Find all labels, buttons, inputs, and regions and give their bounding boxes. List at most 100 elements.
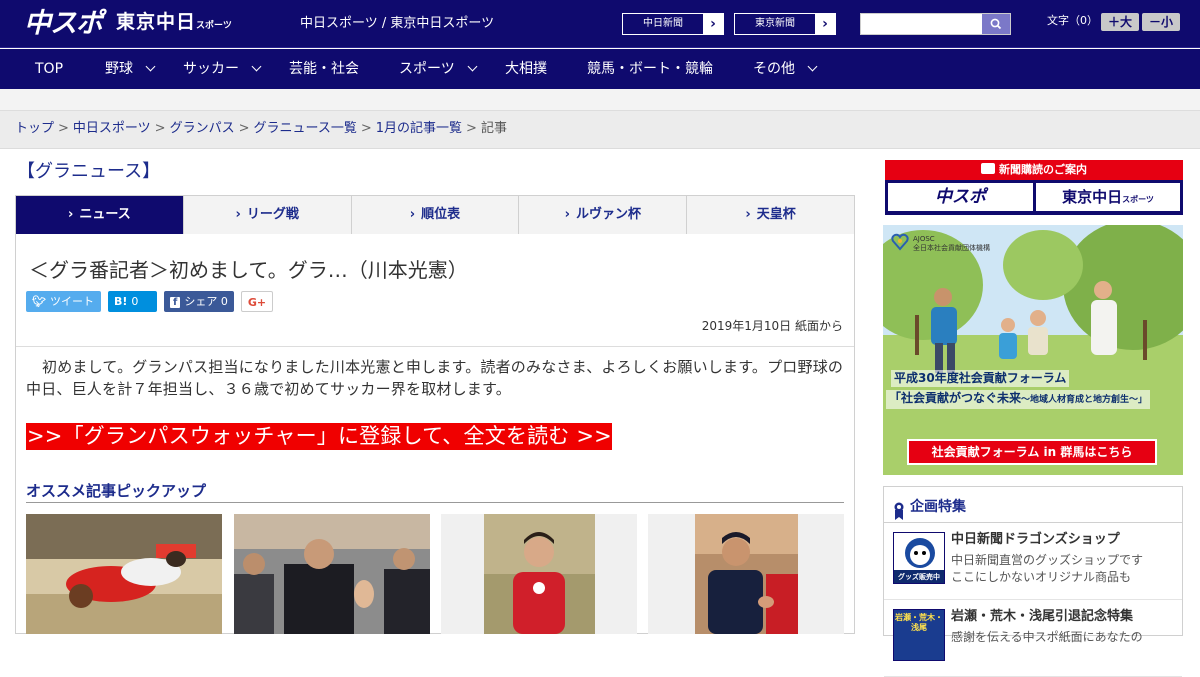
- feature-item-desc: 感謝を伝える中スポ紙面にあなたの: [951, 630, 1143, 644]
- feature-panel-heading: 企画特集: [884, 487, 1182, 523]
- nav-item-label: 芸能・社会: [289, 61, 359, 77]
- pickup-heading: オススメ記事ピックアップ: [26, 481, 844, 503]
- logo-chunichi-sports[interactable]: 中スポ: [24, 8, 103, 40]
- nav-item-entertainment[interactable]: 芸能・社会: [289, 49, 359, 89]
- breadcrumb-separator: >: [360, 121, 372, 136]
- hatena-count: 0: [131, 295, 139, 308]
- facebook-share-button[interactable]: f シェア 0: [164, 291, 234, 312]
- font-bigger-button[interactable]: ＋大: [1101, 13, 1139, 31]
- logo-tokyo-chunichi[interactable]: 東京中日スポーツ: [116, 6, 232, 42]
- nav-item-label: スポーツ: [399, 61, 455, 77]
- pickup-photo-young-player: [441, 514, 637, 634]
- breadcrumb-chunichi-sports[interactable]: 中日スポーツ: [73, 121, 151, 136]
- ad-headline-1: 平成30年度社会貢献フォーラム: [891, 370, 1070, 387]
- font-smaller-button[interactable]: －小: [1142, 13, 1180, 31]
- feature-item[interactable]: グッズ販売中 中日新聞ドラゴンズショップ 中日新聞直営のグッズショップです ここに…: [884, 524, 1182, 600]
- subscribe-tokyo-chunichi[interactable]: 東京中日スポーツ: [1036, 183, 1180, 211]
- ad-org-abbr: AJOSC: [913, 235, 935, 243]
- tab-label: 順位表: [421, 207, 461, 222]
- feature-item-title: 岩瀬・荒木・浅尾引退記念特集: [951, 609, 1134, 624]
- section-title: 【グラニュース】: [17, 161, 161, 182]
- subscribe-banner-title: 新聞購読のご案内: [885, 160, 1183, 180]
- retirement-feature-image: 岩瀬・荒木・浅尾: [893, 609, 945, 661]
- chevron-right-icon: ›: [564, 207, 570, 222]
- chevron-right-icon: ›: [409, 207, 416, 222]
- breadcrumb: トップ > 中日スポーツ > グランパス > グラニュース一覧 >1月の記事一覧 > 記事: [0, 111, 1200, 149]
- chevron-right-icon: ›: [745, 207, 751, 222]
- subscribe-chunichi-sports[interactable]: 中スポ: [888, 183, 1033, 211]
- header-spacer: [0, 89, 1200, 111]
- forum-advertisement[interactable]: AJOSC 全日本社会貢献団体機構 平成30年度社会貢献フォーラム 「社会貢献がつ…: [883, 225, 1183, 475]
- nav-item-sumo[interactable]: 大相撲: [505, 49, 547, 89]
- subscribe-banner[interactable]: 新聞購読のご案内 中スポ 東京中日スポーツ: [885, 160, 1183, 215]
- chevron-down-icon: [145, 61, 156, 72]
- breadcrumb-separator: >: [466, 121, 477, 136]
- nav-item-soccer[interactable]: サッカー: [183, 49, 262, 89]
- breadcrumb-grampus[interactable]: グランパス: [170, 121, 235, 136]
- breadcrumb-separator: >: [154, 121, 166, 136]
- hatena-icon: B!: [114, 295, 128, 308]
- tab-emperors-cup[interactable]: › 天皇杯: [686, 196, 854, 234]
- nav-item-other[interactable]: その他: [753, 49, 818, 89]
- tab-league[interactable]: › リーグ戦: [182, 196, 351, 234]
- nav-item-label: 競馬・ボート・競輪: [587, 61, 713, 77]
- chunichi-shimbun-link[interactable]: 中日新聞 ›: [622, 13, 724, 35]
- nav-item-sports[interactable]: スポーツ: [399, 49, 478, 89]
- divider: [16, 346, 854, 347]
- nav-item-top[interactable]: TOP: [35, 49, 63, 89]
- subscribe-read-more-link[interactable]: >>「グランパスウォッチャー」に登録して、全文を読む >>: [26, 423, 612, 450]
- chevron-right-icon: ›: [68, 207, 74, 222]
- twitter-icon: 🐦︎: [32, 295, 46, 308]
- nav-item-label: TOP: [35, 61, 64, 77]
- chevron-right-icon: ›: [703, 14, 723, 34]
- nav-item-baseball[interactable]: 野球: [105, 49, 156, 89]
- chunichi-shimbun-label: 中日新聞: [643, 18, 683, 29]
- tab-label: ニュース: [79, 207, 131, 222]
- pickup-thumbnail[interactable]: [26, 514, 222, 634]
- breadcrumb-january[interactable]: 1月の記事一覧: [376, 121, 462, 136]
- site-logo[interactable]: 中スポ 東京中日スポーツ: [24, 8, 232, 40]
- tab-levain-cup[interactable]: › ルヴァン杯: [518, 196, 686, 234]
- search-button[interactable]: [982, 14, 1010, 34]
- pickup-thumbnail[interactable]: [648, 514, 844, 634]
- pickup-photo-player-down: [26, 514, 222, 634]
- chevron-down-icon: [467, 61, 478, 72]
- breadcrumb-current: 記事: [480, 121, 507, 136]
- breadcrumb-top[interactable]: トップ: [15, 121, 54, 136]
- hatena-bookmark-button[interactable]: B! 0: [108, 291, 157, 312]
- pickup-thumbnail[interactable]: [441, 514, 637, 634]
- article-body: 初めまして。グランパス担当になりました川本光憲と申します。読者のみなさま、よろし…: [26, 358, 844, 398]
- font-size-label: 文字（0）: [1047, 14, 1098, 27]
- search-input[interactable]: [861, 14, 982, 34]
- tab-news[interactable]: › ニュース: [16, 196, 183, 242]
- tokyo-shimbun-label: 東京新聞: [755, 18, 795, 29]
- tab-standings[interactable]: › 順位表: [350, 196, 519, 234]
- nav-item-label: サッカー: [183, 61, 239, 77]
- article-dateline: 2019年1月10日 紙面から: [701, 319, 843, 333]
- ad-organization: AJOSC 全日本社会貢献団体機構: [913, 235, 990, 253]
- tokyo-shimbun-link[interactable]: 東京新聞 ›: [734, 13, 836, 35]
- breadcrumb-grampus-news[interactable]: グラニュース一覧: [254, 121, 357, 136]
- pickup-photo-manager-handshake: [648, 514, 844, 634]
- breadcrumb-separator: >: [58, 121, 69, 136]
- ad-org-name: 全日本社会貢献団体機構: [913, 244, 990, 252]
- facebook-share-count: 0: [220, 295, 228, 308]
- search-box: [860, 13, 1011, 35]
- feature-item[interactable]: 岩瀬・荒木・浅尾 岩瀬・荒木・浅尾引退記念特集 感謝を伝える中スポ紙面にあなたの: [884, 601, 1182, 677]
- search-icon: [990, 18, 1002, 30]
- article-headline: ＜グラ番記者＞初めまして。グラ…（川本光憲）: [29, 258, 468, 282]
- facebook-share-label: シェア: [184, 295, 218, 308]
- ad-headline-2: 「社会貢献がつなぐ未来～地域人材育成と地方創生～」: [886, 390, 1151, 409]
- section-tabs: › ニュース › リーグ戦 › 順位表 › ルヴァン杯 › 天皇杯: [15, 195, 855, 242]
- pickup-thumbnail[interactable]: [234, 514, 430, 634]
- nav-item-keiba[interactable]: 競馬・ボート・競輪: [587, 49, 713, 89]
- tab-label: リーグ戦: [246, 207, 299, 222]
- ad-forum-button[interactable]: 社会貢献フォーラム in 群馬はこちら: [907, 439, 1157, 465]
- top-header: 中スポ 東京中日スポーツ 中日スポーツ / 東京中日スポーツ 中日新聞 › 東京…: [0, 0, 1200, 48]
- breadcrumb-separator: >: [238, 121, 250, 136]
- nav-item-label: 大相撲: [505, 61, 547, 77]
- tweet-button[interactable]: 🐦︎ ツイート: [26, 291, 101, 312]
- ajosc-logo-icon: [891, 233, 909, 251]
- chevron-down-icon: [251, 61, 262, 72]
- google-plus-button[interactable]: G+: [241, 291, 273, 312]
